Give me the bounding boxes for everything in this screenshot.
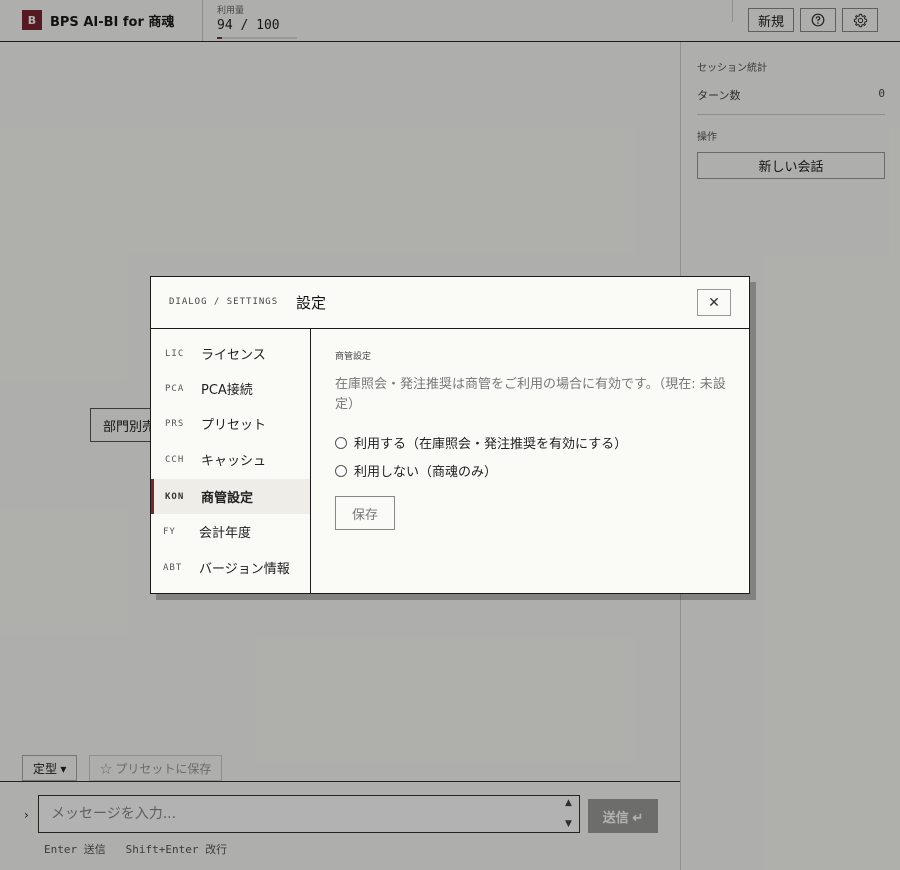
dialog-breadcrumb: DIALOG / SETTINGS	[169, 297, 279, 307]
nav-label: プリセット	[201, 418, 267, 433]
nav-item-pca[interactable]: PCA PCA接続	[151, 371, 310, 406]
nav-code: ABT	[163, 563, 183, 573]
nav-label: バージョン情報	[199, 562, 290, 577]
nav-label: ライセンス	[201, 348, 266, 363]
nav-label: 会計年度	[199, 526, 252, 541]
section-description: 在庫照会・発注推奨は商管をご利用の場合に有効です。（現在: 未設定）	[335, 377, 726, 412]
nav-item-preset[interactable]: PRS プリセット	[151, 406, 310, 441]
radio-no-shokan[interactable]: 利用しない（商魂のみ）	[335, 461, 497, 480]
nav-code: LIC	[165, 349, 185, 359]
radio-label: 利用しない（商魂のみ）	[354, 465, 498, 480]
settings-nav: LIC ライセンス PCA PCA接続 PRS プリセット CCH キャッシュ …	[151, 329, 311, 593]
nav-item-fiscal-year[interactable]: FY 会計年度	[151, 514, 310, 549]
nav-label: PCA接続	[201, 383, 253, 398]
nav-code: FY	[163, 527, 176, 537]
radio-label: 利用する（在庫照会・発注推奨を有効にする）	[354, 437, 628, 452]
nav-label: 商管設定	[201, 491, 254, 506]
nav-label: キャッシュ	[201, 454, 267, 469]
dialog-header: DIALOG / SETTINGS 設定 ✕	[151, 277, 749, 329]
nav-code: KON	[165, 492, 185, 502]
save-button[interactable]: 保存	[335, 496, 395, 530]
section-label: 商管設定	[335, 352, 372, 362]
dialog-title: 設定	[296, 294, 327, 312]
close-button[interactable]: ✕	[697, 289, 731, 316]
close-icon: ✕	[708, 294, 720, 310]
nav-code: CCH	[165, 455, 185, 465]
radio-use-shokan[interactable]: 利用する（在庫照会・発注推奨を有効にする）	[335, 433, 627, 452]
settings-content: 商管設定 在庫照会・発注推奨は商管をご利用の場合に有効です。（現在: 未設定） …	[312, 329, 749, 593]
nav-item-cache[interactable]: CCH キャッシュ	[151, 442, 310, 477]
radio-button[interactable]	[335, 464, 347, 477]
radio-button[interactable]	[335, 436, 347, 449]
nav-code: PCA	[165, 384, 185, 394]
nav-item-shokan-settings[interactable]: KON 商管設定	[151, 479, 310, 514]
nav-item-license[interactable]: LIC ライセンス	[151, 336, 310, 371]
nav-code: PRS	[165, 419, 185, 429]
nav-item-version[interactable]: ABT バージョン情報	[151, 550, 310, 585]
settings-dialog: DIALOG / SETTINGS 設定 ✕ LIC ライセンス PCA PCA…	[150, 276, 750, 594]
